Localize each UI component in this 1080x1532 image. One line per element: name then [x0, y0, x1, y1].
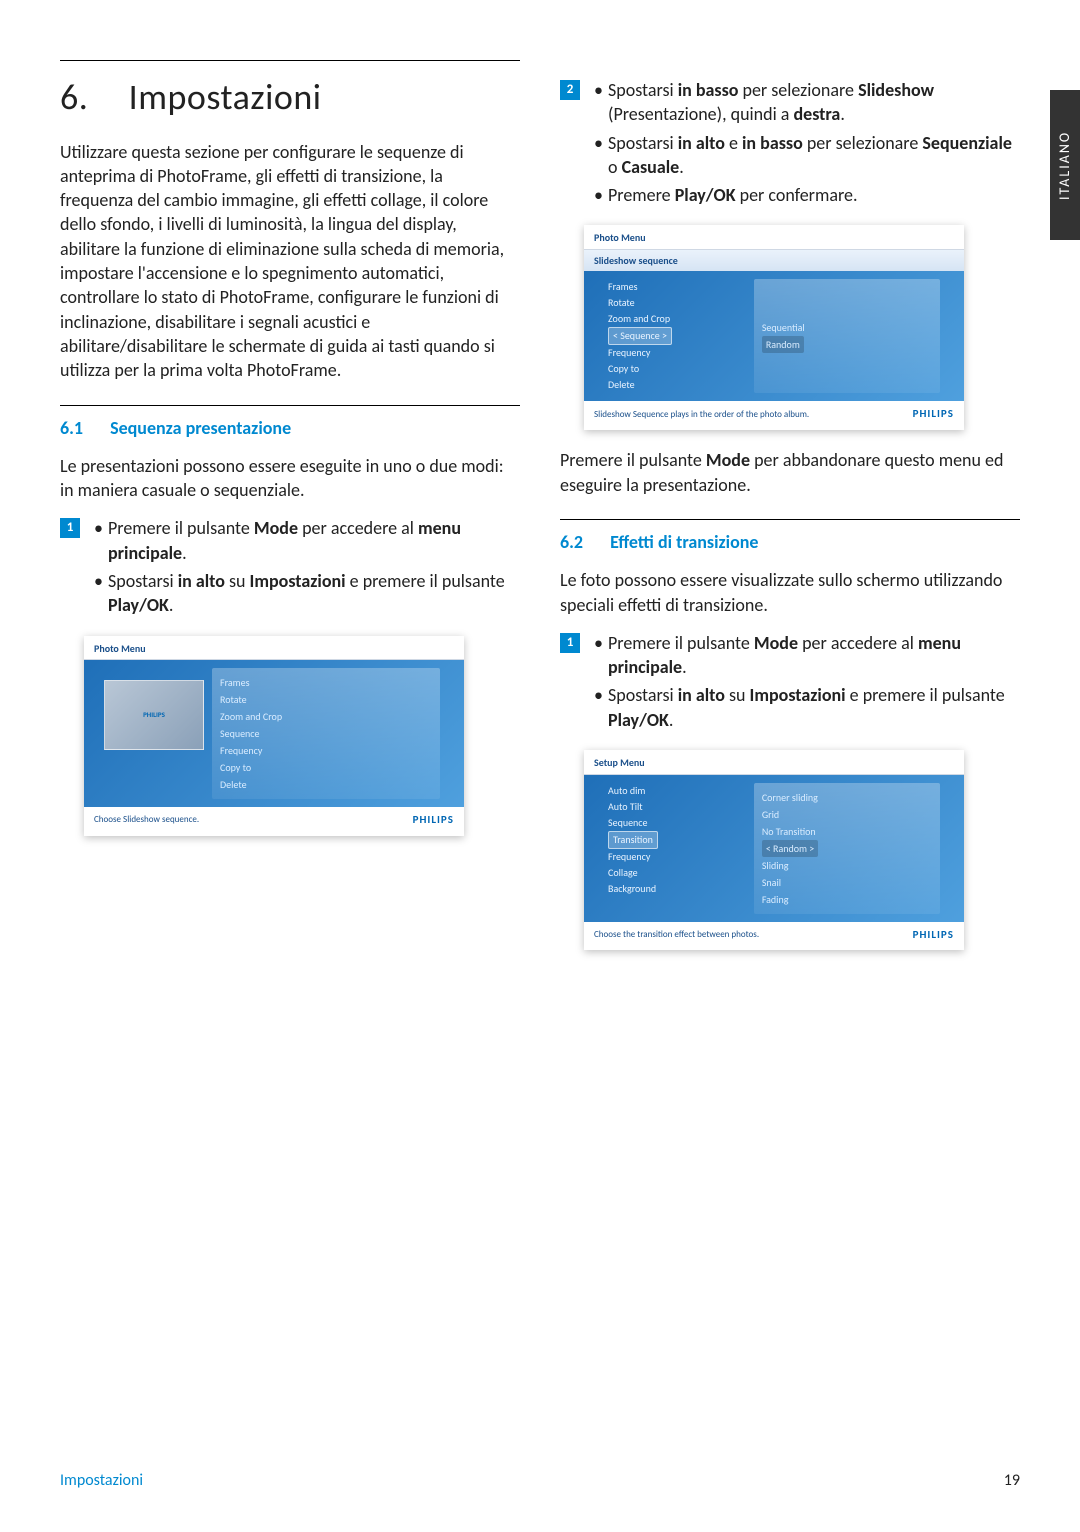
step-badge-1: 1 [560, 633, 580, 653]
section-title: Effetti di transizione [610, 531, 758, 553]
step-62-1a: Premere il pulsante Mode per accedere al… [594, 631, 1020, 680]
philips-logo: PHILIPS [913, 928, 954, 943]
list-item: Corner sliding [762, 789, 932, 806]
list-item-selected: < Random > [762, 840, 932, 857]
ss1-footer-text: Choose Slideshow sequence. [94, 814, 199, 826]
list-item: Frames [220, 674, 432, 691]
section-6-1-body: Le presentazioni possono essere eseguite… [60, 454, 520, 503]
list-item: Rotate [608, 295, 750, 311]
list-item: Copy to [220, 759, 432, 776]
section-6-2-heading: 6.2 Effetti di transizione [560, 530, 1020, 554]
list-item: Zoom and Crop [220, 708, 432, 725]
section-6-2-body: Le foto possono essere visualizzate sull… [560, 568, 1020, 617]
option-sequential: Sequential [762, 319, 932, 336]
ss1-header: Photo Menu [84, 636, 464, 661]
list-item: Rotate [220, 691, 432, 708]
ss3-header: Setup Menu [584, 750, 964, 775]
list-item: Background [608, 881, 750, 897]
list-item-selected: Transition [608, 831, 750, 849]
list-item: Copy to [608, 361, 750, 377]
list-item: Auto dim [608, 783, 750, 799]
screenshot-slideshow-sequence: Photo Menu Slideshow sequence Frames Rot… [584, 225, 964, 430]
section-number: 6.2 [560, 530, 606, 554]
philips-logo: PHILIPS [413, 813, 454, 828]
chapter-heading: 6. Impostazioni [60, 73, 520, 122]
step-1b: Spostarsi in alto su Impostazioni e prem… [94, 569, 520, 618]
list-item: Zoom and Crop [608, 311, 750, 327]
step-2a: Spostarsi in basso per selezionare Slide… [594, 78, 1020, 127]
list-item: Collage [608, 865, 750, 881]
list-item: Frequency [608, 849, 750, 865]
language-tab: ITALIANO [1050, 90, 1080, 240]
chapter-title: Impostazioni [129, 75, 322, 119]
step-badge-1: 1 [60, 518, 80, 538]
page-number: 19 [1004, 1470, 1020, 1492]
ss3-footer-text: Choose the transition effect between pho… [594, 929, 759, 941]
list-item: Frames [608, 279, 750, 295]
step-62-1b: Spostarsi in alto su Impostazioni e prem… [594, 683, 1020, 732]
divider [60, 405, 520, 406]
screenshot-setup-menu: Setup Menu Auto dim Auto Tilt Sequence T… [584, 750, 964, 950]
section-6-1-heading: 6.1 Sequenza presentazione [60, 416, 520, 440]
step-badge-2: 2 [560, 80, 580, 100]
step-1a: Premere il pulsante Mode per accedere al… [94, 516, 520, 565]
chapter-number: 6. [60, 73, 120, 122]
list-item: Auto Tilt [608, 799, 750, 815]
ss2-header: Photo Menu [584, 225, 964, 250]
section-number: 6.1 [60, 416, 106, 440]
list-item: Sequence [608, 815, 750, 831]
ss1-thumbnail: PHILIPS [104, 680, 204, 750]
footer-section-name: Impostazioni [60, 1470, 143, 1492]
ss2-subheader: Slideshow sequence [584, 250, 964, 272]
list-item: Frequency [608, 345, 750, 361]
philips-logo: PHILIPS [913, 407, 954, 422]
list-item: Delete [220, 776, 432, 793]
list-item: Delete [608, 377, 750, 393]
option-random: Random [762, 336, 932, 353]
list-item: Snail [762, 874, 932, 891]
step-2c: Premere Play/OK per confermare. [594, 183, 1020, 207]
list-item: Sliding [762, 857, 932, 874]
list-item-selected: < Sequence > [608, 327, 750, 345]
list-item: Sequence [220, 725, 432, 742]
section-title: Sequenza presentazione [110, 417, 291, 439]
list-item: Grid [762, 806, 932, 823]
list-item: Frequency [220, 742, 432, 759]
screenshot-photo-menu: Photo Menu PHILIPS Frames Rotate Zoom an… [84, 636, 464, 836]
step-2b: Spostarsi in alto e in basso per selezio… [594, 131, 1020, 180]
list-item: Fading [762, 891, 932, 908]
mode-note: Premere il pulsante Mode per abbandonare… [560, 448, 1020, 497]
intro-paragraph: Utilizzare questa sezione per configurar… [60, 140, 520, 383]
divider [560, 519, 1020, 520]
ss2-footer-text: Slideshow Sequence plays in the order of… [594, 409, 809, 421]
list-item: No Transition [762, 823, 932, 840]
